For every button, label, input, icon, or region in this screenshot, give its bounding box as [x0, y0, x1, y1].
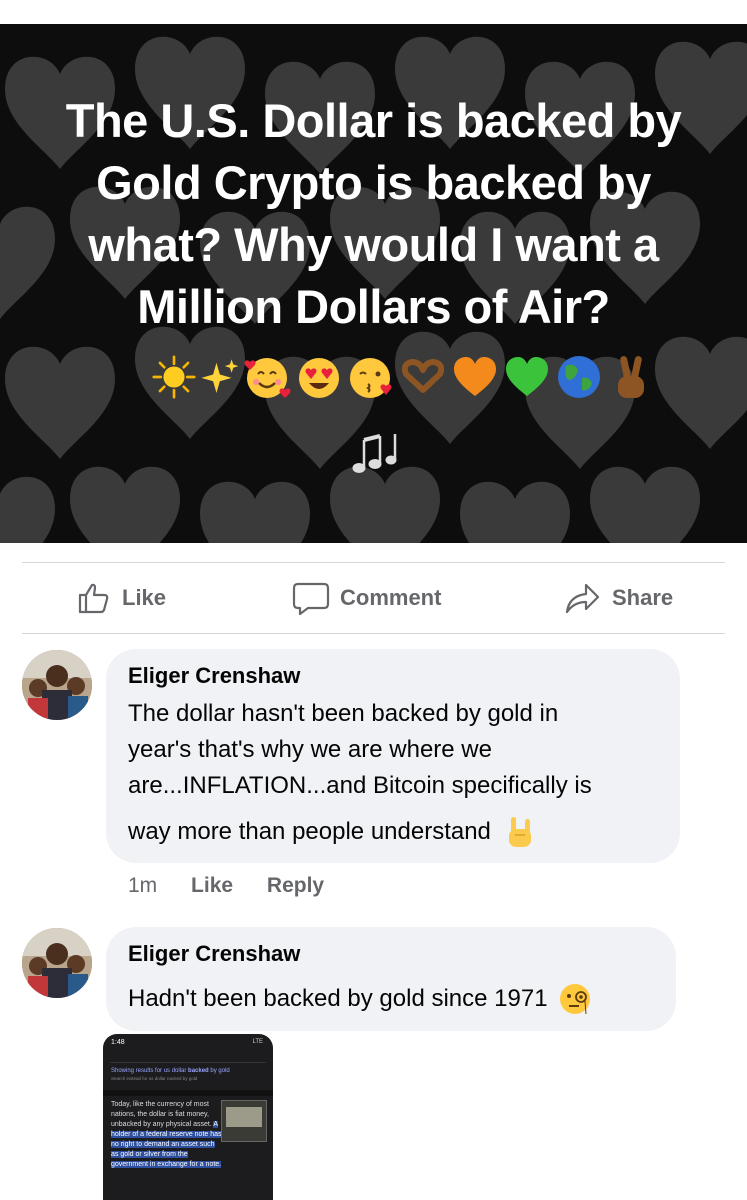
avatar-photo	[22, 928, 92, 998]
attachment-paragraph: Today, like the currency of most nations…	[111, 1101, 222, 1168]
share-arrow-icon	[565, 583, 600, 614]
comment-bubble[interactable]: Eliger Crenshaw Hadn't been backed by go…	[106, 927, 676, 1031]
comment-meta: 1m Like Reply	[128, 874, 324, 898]
comment-line: way more than people understand	[128, 818, 491, 845]
globe-emoji-icon	[558, 356, 600, 398]
comment-bubble[interactable]: Eliger Crenshaw The dollar hasn't been b…	[106, 649, 680, 863]
commenter-avatar[interactable]	[22, 928, 92, 998]
comment-author[interactable]: Eliger Crenshaw	[128, 941, 300, 967]
heart-hands-emoji-icon	[401, 359, 445, 393]
post-image: The U.S. Dollar is backed by Gold Crypto…	[0, 24, 747, 543]
actions-divider-top	[22, 562, 725, 563]
comment-line: The dollar hasn't been backed by gold in	[128, 700, 559, 727]
attachment-results-line: Showing results for us dollar backed by …	[111, 1068, 230, 1074]
attachment-divider	[103, 1090, 273, 1096]
post-text: The U.S. Dollar is backed by Gold Crypto…	[65, 94, 682, 333]
avatar-photo	[22, 650, 92, 720]
dollar-bill-thumbnail	[221, 1100, 267, 1142]
comment-body: Hadn't been backed by gold since 1971	[128, 981, 592, 1017]
face-with-monocle-emoji-icon	[559, 984, 590, 1015]
commenter-avatar[interactable]	[22, 650, 92, 720]
attachment-highlight: A holder of a federal reserve note has n…	[111, 1121, 222, 1168]
comment-attachment-screenshot[interactable]: 1:48 LTE Showing results for us dollar b…	[103, 1034, 273, 1200]
comment-reply-link[interactable]: Reply	[267, 874, 324, 897]
attachment-search-bar	[110, 1052, 266, 1063]
share-button[interactable]: Share	[564, 575, 673, 621]
attachment-status-time: 1:48	[111, 1039, 125, 1046]
comment-time[interactable]: 1m	[128, 874, 157, 897]
green-heart-emoji-icon	[506, 357, 548, 396]
thumbs-up-icon	[78, 583, 109, 614]
top-strip	[0, 0, 747, 24]
sign-of-the-horns-emoji-icon	[508, 817, 531, 847]
comment-button-label: Comment	[340, 585, 442, 610]
orange-heart-emoji-icon	[454, 357, 496, 396]
comment-body: The dollar hasn't been backed by gold in…	[128, 696, 648, 850]
heart-eyes-emoji-icon	[299, 358, 339, 398]
comment-line: Hadn't been backed by gold since 1971	[128, 985, 548, 1012]
comment-button[interactable]: Comment	[292, 575, 441, 621]
face-blowing-kiss-emoji-icon	[350, 358, 392, 398]
attachment-search-instead: Search instead for us dollar nacked by g…	[111, 1076, 198, 1081]
attachment-status-signal: LTE	[252, 1039, 263, 1045]
comment-line: year's that's why we are where we	[128, 736, 492, 763]
comment-author[interactable]: Eliger Crenshaw	[128, 663, 300, 689]
victory-hand-emoji-icon	[618, 356, 644, 398]
sun-emoji-icon	[152, 355, 196, 399]
actions-divider-bottom	[22, 633, 725, 634]
post-emoji-row	[70, 347, 658, 407]
comment-like-link[interactable]: Like	[191, 874, 233, 897]
smiling-face-with-hearts-emoji-icon	[244, 358, 291, 398]
like-button[interactable]: Like	[76, 575, 166, 621]
sparkles-emoji-icon	[201, 359, 239, 393]
like-button-label: Like	[122, 585, 167, 610]
comment-line: are...INFLATION...and Bitcoin specifical…	[128, 772, 592, 799]
comment-bubble-icon	[292, 582, 330, 616]
share-button-label: Share	[612, 585, 674, 610]
musical-notes-emoji-icon	[352, 434, 397, 473]
